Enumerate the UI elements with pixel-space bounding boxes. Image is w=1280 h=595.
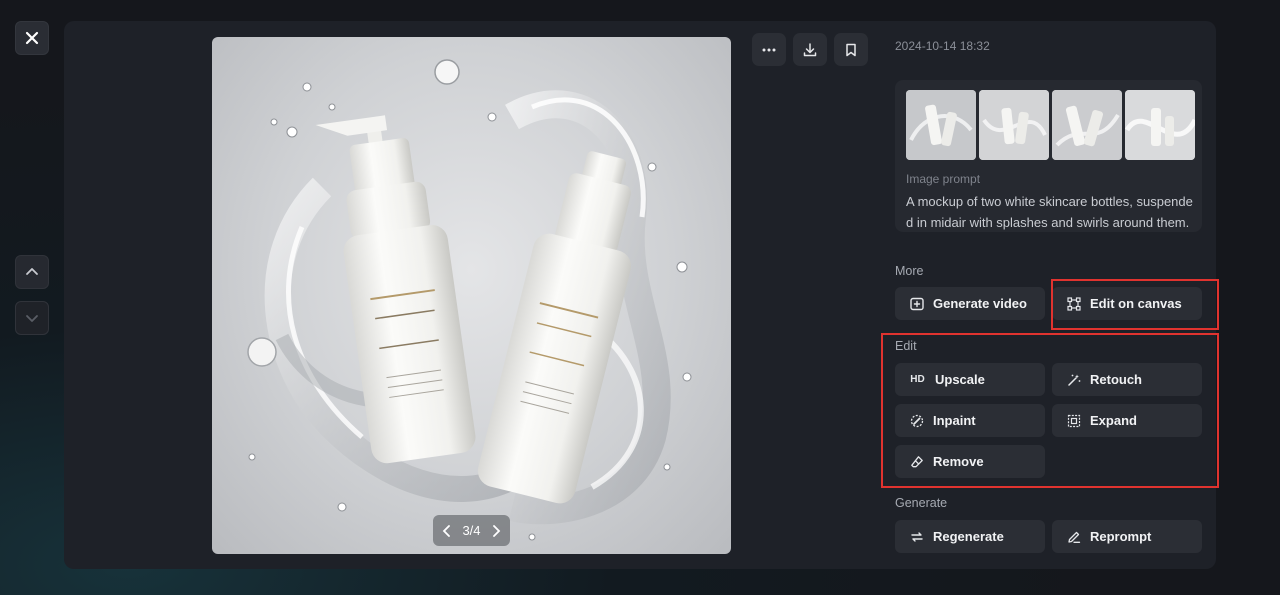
chevron-right-icon[interactable] xyxy=(491,524,501,537)
close-button[interactable] xyxy=(15,21,49,55)
video-plus-icon xyxy=(909,296,924,311)
pager-count: 3/4 xyxy=(462,523,481,538)
close-icon xyxy=(25,31,39,45)
regenerate-icon xyxy=(909,529,924,544)
download-button[interactable] xyxy=(793,33,827,66)
chevron-up-icon xyxy=(26,268,38,275)
edit-on-canvas-highlight xyxy=(1051,279,1219,330)
bookmark-button[interactable] xyxy=(834,33,868,66)
generate-video-button[interactable]: Generate video xyxy=(895,287,1045,320)
image-prompt-text: A mockup of two white skincare bottles, … xyxy=(906,194,1193,230)
download-icon xyxy=(803,42,817,56)
previous-image-button[interactable] xyxy=(15,255,49,289)
image-prompt-label: Image prompt xyxy=(906,172,981,186)
more-options-button[interactable] xyxy=(752,33,786,66)
bookmark-icon xyxy=(846,43,856,56)
more-icon xyxy=(762,48,776,51)
thumbnail-strip xyxy=(906,90,1195,160)
thumbnail-2[interactable] xyxy=(979,90,1049,160)
generate-video-label: Generate video xyxy=(933,296,1027,311)
generated-image xyxy=(212,37,731,554)
next-image-button[interactable] xyxy=(15,301,49,335)
thumbnail-4[interactable] xyxy=(1125,90,1195,160)
thumbnail-3[interactable] xyxy=(1052,90,1122,160)
edit-section-highlight xyxy=(881,333,1219,488)
prompt-card: Image prompt A mockup of two white skinc… xyxy=(895,80,1202,232)
chevron-down-icon xyxy=(26,315,38,322)
reprompt-label: Reprompt xyxy=(1090,529,1152,544)
pencil-icon xyxy=(1066,529,1081,544)
regenerate-button[interactable]: Regenerate xyxy=(895,520,1045,553)
reprompt-button[interactable]: Reprompt xyxy=(1052,520,1202,553)
image-pager: 3/4 xyxy=(433,515,510,546)
skincare-bottles-image xyxy=(247,59,692,541)
more-section-title: More xyxy=(895,264,924,278)
generate-section-title: Generate xyxy=(895,496,948,510)
thumbnail-1[interactable] xyxy=(906,90,976,160)
chevron-left-icon[interactable] xyxy=(442,524,452,537)
regenerate-label: Regenerate xyxy=(933,529,1004,544)
creation-timestamp: 2024-10-14 18:32 xyxy=(895,39,990,53)
